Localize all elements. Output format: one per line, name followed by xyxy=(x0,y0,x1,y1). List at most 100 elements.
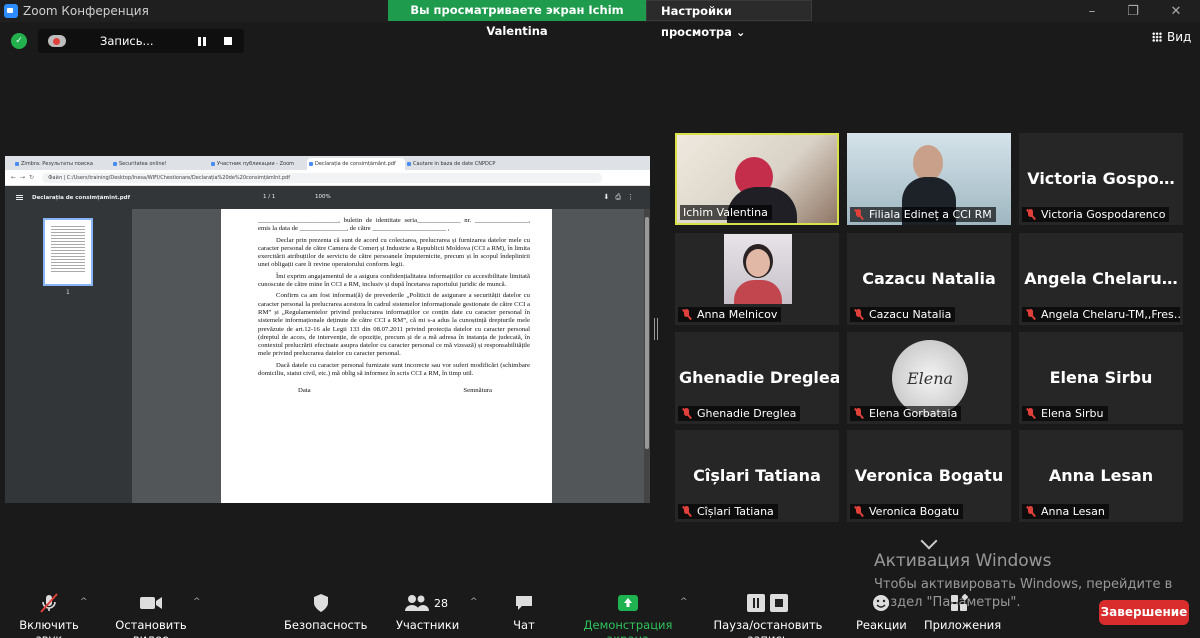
page-thumbnail[interactable] xyxy=(43,218,93,286)
doc-paragraph: Îmi exprim angajamentul de a asigura con… xyxy=(258,272,530,289)
microphone-muted-icon xyxy=(681,506,693,517)
participant-name: Angela Chelaru-TM,,Fres… xyxy=(1041,308,1180,321)
browser-nav-icons[interactable]: ←→↻ xyxy=(11,174,38,181)
microphone-muted-icon xyxy=(10,592,88,614)
pdf-actions-icons[interactable]: ⬇⎙⋮ xyxy=(604,193,640,202)
chevron-down-icon[interactable] xyxy=(920,532,938,550)
browser-tab[interactable]: Zimbra: Результаты поиска xyxy=(13,158,111,170)
zoom-logo-icon xyxy=(4,4,18,18)
chat-label: Чат xyxy=(513,618,535,632)
participant-tile[interactable]: Anna Melnicov xyxy=(675,233,839,325)
microphone-muted-icon xyxy=(853,309,865,320)
participant-name-tag: Filiala Edineț a CCI RM xyxy=(850,207,996,222)
participant-display-name: Cazacu Natalia xyxy=(862,269,996,288)
zoom-window: Zoom Конференция Вы просматриваете экран… xyxy=(0,0,1200,638)
share-options-chevron-icon[interactable]: ^ xyxy=(680,597,688,607)
chat-button[interactable]: Чат xyxy=(510,592,538,632)
view-button[interactable]: Вид xyxy=(1152,30,1191,44)
minimize-icon[interactable]: – xyxy=(1072,0,1112,22)
browser-tab[interactable]: Участник публикации - Zoom xyxy=(209,158,307,170)
pdf-body: 1 ________________________, buletin de i… xyxy=(5,209,650,503)
microphone-muted-icon xyxy=(1025,309,1037,320)
menu-icon[interactable] xyxy=(16,195,23,200)
date-label: Data xyxy=(298,387,311,395)
participant-display-name: Anna Lesan xyxy=(1048,466,1154,485)
view-options-button[interactable]: Настройки просмотра ⌄ xyxy=(646,0,812,39)
share-screen-button[interactable]: Демонстрация экрана xyxy=(568,592,688,638)
microphone-muted-icon xyxy=(1025,408,1037,419)
pdf-viewer: ________________________, buletin de ide… xyxy=(132,209,650,503)
participant-name-tag: Anna Lesan xyxy=(1022,504,1109,519)
security-button[interactable]: Безопасность xyxy=(284,592,367,632)
participant-name-tag: Victoria Gospodarenco xyxy=(1022,207,1170,222)
participant-tile[interactable]: Filiala Edineț a CCI RM xyxy=(847,133,1011,225)
apps-label: Приложения xyxy=(924,618,1002,632)
microphone-muted-icon xyxy=(853,408,865,419)
microphone-muted-icon xyxy=(1025,506,1037,517)
participant-tile[interactable]: Ghenadie Dreglea Ghenadie Dreglea xyxy=(675,332,839,424)
browser-tab[interactable]: Cautare in baza de date CNPDCP xyxy=(405,158,503,170)
participant-name-tag: Angela Chelaru-TM,,Fres… xyxy=(1022,307,1180,322)
video-camera-icon xyxy=(102,592,200,614)
audio-options-chevron-icon[interactable]: ^ xyxy=(80,597,88,607)
participant-name: Ghenadie Dreglea xyxy=(697,407,797,420)
participants-label: Участники xyxy=(396,618,460,632)
participant-tile[interactable]: Cîșlari Tatiana Cîșlari Tatiana xyxy=(675,430,839,522)
participant-tile[interactable]: Cazacu Natalia Cazacu Natalia xyxy=(847,233,1011,325)
pdf-filename: Declarația de consimțămînt.pdf xyxy=(32,194,131,201)
participant-name: Anna Lesan xyxy=(1041,505,1105,518)
pause-recording-icon[interactable] xyxy=(198,36,206,46)
browser-tab[interactable]: Securitatea online! xyxy=(111,158,209,170)
unmute-button[interactable]: Включить звук xyxy=(10,592,88,638)
panel-splitter[interactable] xyxy=(654,318,658,340)
participant-tile[interactable]: Victoria Gospo… Victoria Gospodarenco xyxy=(1019,133,1183,225)
participants-icon: 28 xyxy=(396,592,456,614)
address-field[interactable]: Файл | C:/Users/training/Desktop/Inesa/W… xyxy=(42,172,603,183)
pdf-page-indicator[interactable]: 1 / 1 xyxy=(263,194,275,200)
participant-display-name: Veronica Bogatu xyxy=(854,466,1004,485)
microphone-muted-icon xyxy=(853,209,865,220)
participant-tile[interactable]: Angela Chelaru… Angela Chelaru-TM,,Fres… xyxy=(1019,233,1183,325)
apps-button[interactable]: Приложения xyxy=(924,592,1002,632)
browser-tab-active[interactable]: Declarația de consimțământ.pdf xyxy=(307,158,405,170)
video-options-chevron-icon[interactable]: ^ xyxy=(193,597,201,607)
security-shield-icon xyxy=(284,592,358,614)
pdf-scrollbar[interactable] xyxy=(644,209,650,503)
participant-name-tag: Anna Melnicov xyxy=(678,307,782,322)
close-icon[interactable]: ✕ xyxy=(1156,0,1196,22)
stop-video-label: Остановить видео xyxy=(115,618,187,638)
participant-name: Filiala Edineț a CCI RM xyxy=(869,208,992,221)
pause-recording-button[interactable]: Пауза/остановить запись xyxy=(700,592,836,638)
window-title: Zoom Конференция xyxy=(23,4,149,18)
participant-tile[interactable]: Veronica Bogatu Veronica Bogatu xyxy=(847,430,1011,522)
participant-tile[interactable]: Elena Elena Gorbataia xyxy=(847,332,1011,424)
participant-name: Ichim Valentina xyxy=(683,206,768,219)
stop-video-button[interactable]: Остановить видео xyxy=(102,592,200,638)
share-screen-icon xyxy=(568,592,688,614)
reactions-button[interactable]: Реакции xyxy=(856,592,907,632)
microphone-muted-icon xyxy=(681,309,693,320)
participants-options-chevron-icon[interactable]: ^ xyxy=(470,597,478,607)
participant-display-name: Victoria Gospo… xyxy=(1027,169,1175,188)
viewing-banner: Вы просматриваете экран Ichim Valentina xyxy=(388,0,646,38)
end-meeting-button[interactable]: Завершение xyxy=(1099,600,1189,625)
pdf-zoom-level[interactable]: 100% xyxy=(315,194,331,200)
pause-recording-label: Пауза/остановить запись xyxy=(713,618,823,638)
participant-tile[interactable]: Anna Lesan Anna Lesan xyxy=(1019,430,1183,522)
participant-name: Elena Sirbu xyxy=(1041,407,1104,420)
microphone-muted-icon xyxy=(681,408,693,419)
restore-icon[interactable]: ❐ xyxy=(1113,0,1153,22)
stop-recording-icon[interactable] xyxy=(224,37,232,45)
participants-button[interactable]: 28 Участники xyxy=(396,592,460,632)
participant-display-name: Ghenadie Dreglea xyxy=(679,368,839,387)
shared-screen[interactable]: Zimbra: Результаты поиска Securitatea on… xyxy=(5,156,650,503)
participant-name: Cazacu Natalia xyxy=(869,308,952,321)
participant-name-tag: Elena Sirbu xyxy=(1022,406,1108,421)
participant-tile[interactable]: Elena Sirbu Elena Sirbu xyxy=(1019,332,1183,424)
participant-name: Victoria Gospodarenco xyxy=(1041,208,1166,221)
participant-tile[interactable]: Ichim Valentina xyxy=(675,133,839,225)
avatar-lettering: Elena xyxy=(906,368,954,388)
doc-paragraph: Declar prin prezenta că sunt de acord cu… xyxy=(258,236,530,269)
encryption-shield-icon[interactable]: ✓ xyxy=(11,33,27,49)
view-label: Вид xyxy=(1167,30,1192,44)
